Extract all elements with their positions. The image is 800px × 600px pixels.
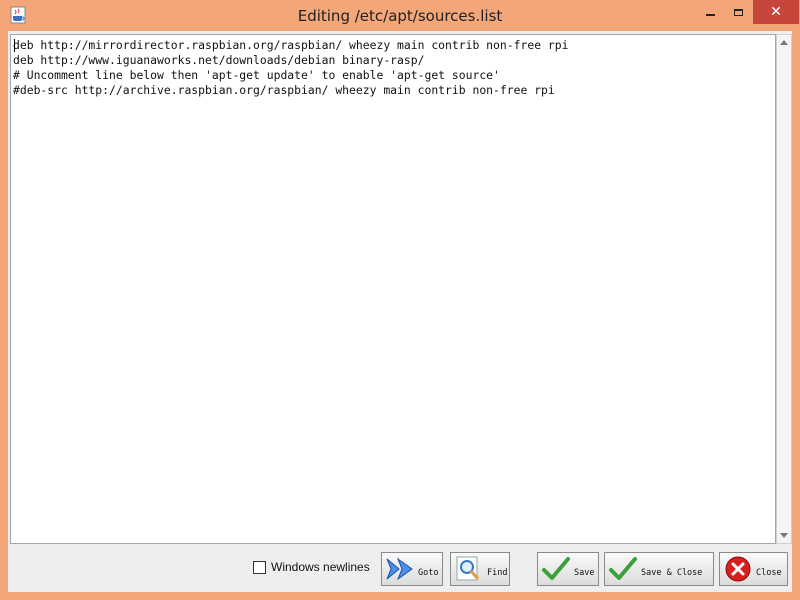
text-caret <box>14 39 15 52</box>
windows-newlines-option[interactable]: Windows newlines <box>253 560 370 574</box>
goto-label: Goto <box>418 568 439 578</box>
scroll-up-icon[interactable] <box>780 40 788 45</box>
red-x-circle-icon <box>725 556 751 582</box>
close-button[interactable]: Close <box>719 552 788 586</box>
find-label: Find <box>487 568 508 578</box>
checkmark-icon <box>609 557 637 580</box>
dialog-body: deb http://mirrordirector.raspbian.org/r… <box>8 31 792 592</box>
button-bar: Windows newlines Goto Find Save Save & C… <box>8 546 792 592</box>
text-editor[interactable]: deb http://mirrordirector.raspbian.org/r… <box>10 34 776 544</box>
maximize-icon <box>734 8 743 16</box>
double-arrow-icon <box>386 557 413 581</box>
find-button[interactable]: Find <box>450 552 510 586</box>
close-label: Close <box>756 568 782 578</box>
editor-window: Editing /etc/apt/sources.list ✕ deb http… <box>0 0 800 600</box>
save-and-close-label: Save & Close <box>641 568 703 578</box>
save-label: Save <box>574 568 595 578</box>
minimize-button[interactable] <box>697 0 724 24</box>
windows-newlines-checkbox[interactable] <box>253 560 266 574</box>
windows-newlines-label: Windows newlines <box>271 560 370 574</box>
save-and-close-button[interactable]: Save & Close <box>604 552 714 586</box>
checkmark-icon <box>542 557 570 580</box>
window-title: Editing /etc/apt/sources.list <box>297 7 503 25</box>
file-content[interactable]: deb http://mirrordirector.raspbian.org/r… <box>11 35 775 98</box>
window-close-button[interactable]: ✕ <box>753 0 799 24</box>
goto-button[interactable]: Goto <box>381 552 443 586</box>
save-button[interactable]: Save <box>537 552 599 586</box>
minimize-icon <box>706 14 715 16</box>
magnifier-icon <box>456 556 480 581</box>
title-bar[interactable]: Editing /etc/apt/sources.list ✕ <box>0 0 800 31</box>
close-icon: ✕ <box>770 4 782 20</box>
vertical-scrollbar[interactable] <box>776 34 792 544</box>
maximize-button[interactable] <box>725 0 752 24</box>
scroll-down-icon[interactable] <box>780 533 788 538</box>
